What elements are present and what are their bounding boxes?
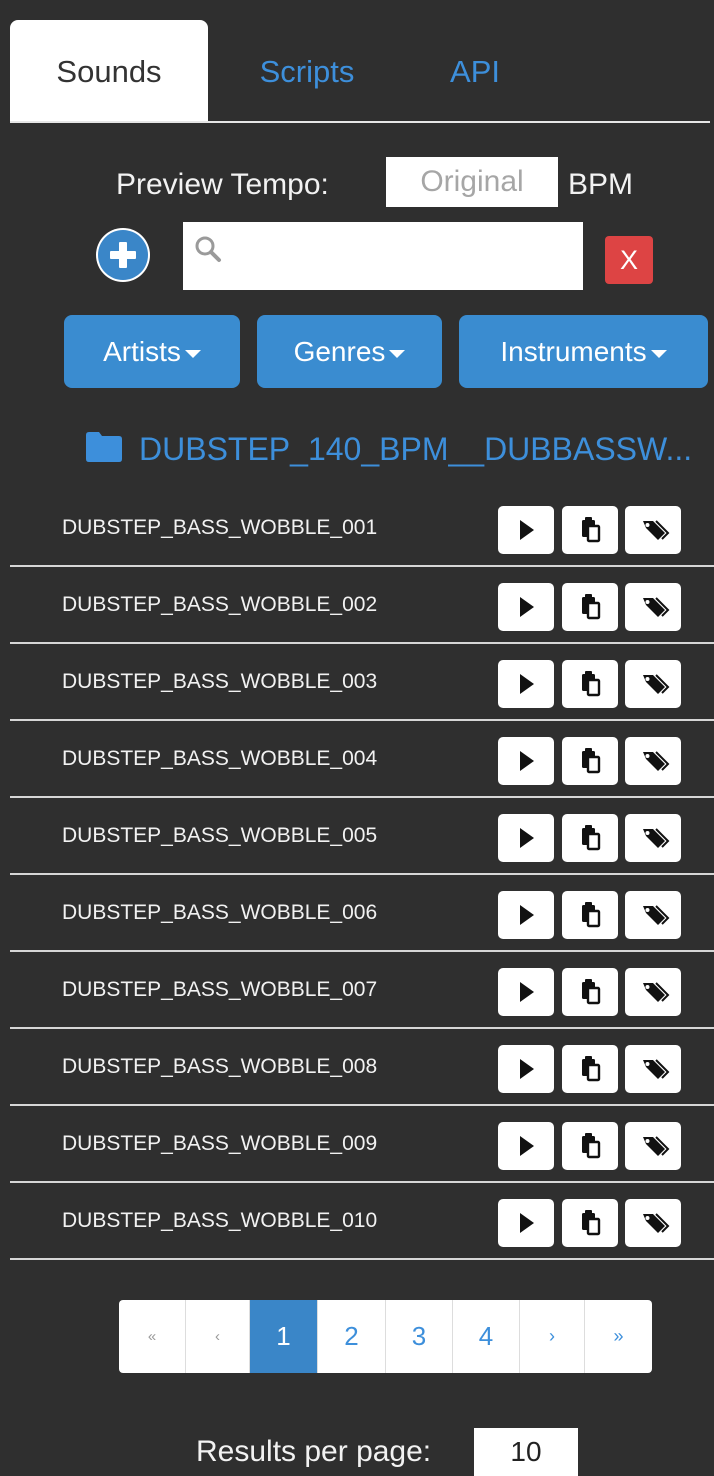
clear-search-button[interactable]: X bbox=[605, 236, 653, 284]
search-icon bbox=[195, 236, 221, 262]
instruments-filter-label: Instruments bbox=[500, 336, 647, 367]
paste-button[interactable] bbox=[562, 1045, 618, 1093]
sound-name: DUBSTEP_BASS_WOBBLE_009 bbox=[62, 1132, 378, 1155]
folder-name: DUBSTEP_140_BPM__DUBBASSW... bbox=[139, 431, 693, 467]
sound-row[interactable]: DUBSTEP_BASS_WOBBLE_010 bbox=[10, 1183, 714, 1260]
play-button[interactable] bbox=[498, 1199, 554, 1247]
play-button[interactable] bbox=[498, 737, 554, 785]
paste-button[interactable] bbox=[562, 737, 618, 785]
caret-down-icon bbox=[389, 349, 406, 358]
tab-divider bbox=[10, 121, 710, 123]
genres-filter-button[interactable]: Genres bbox=[257, 315, 442, 388]
instruments-filter-button[interactable]: Instruments bbox=[459, 315, 708, 388]
play-button[interactable] bbox=[498, 583, 554, 631]
play-button[interactable] bbox=[498, 814, 554, 862]
paste-button[interactable] bbox=[562, 583, 618, 631]
paste-button[interactable] bbox=[562, 506, 618, 554]
artists-filter-label: Artists bbox=[103, 336, 181, 367]
play-button[interactable] bbox=[498, 506, 554, 554]
sound-row[interactable]: DUBSTEP_BASS_WOBBLE_003 bbox=[10, 644, 714, 721]
tag-button[interactable] bbox=[625, 506, 681, 554]
play-button[interactable] bbox=[498, 891, 554, 939]
paste-button[interactable] bbox=[562, 1199, 618, 1247]
sound-name: DUBSTEP_BASS_WOBBLE_001 bbox=[62, 516, 378, 539]
sound-row[interactable]: DUBSTEP_BASS_WOBBLE_001 bbox=[10, 490, 714, 567]
results-per-page-input[interactable] bbox=[474, 1428, 578, 1476]
preview-tempo-label: Preview Tempo: bbox=[116, 168, 329, 201]
page-button-3[interactable]: 3 bbox=[385, 1300, 452, 1373]
page-button-2[interactable]: 2 bbox=[317, 1300, 385, 1373]
tag-button[interactable] bbox=[625, 1122, 681, 1170]
genres-filter-label: Genres bbox=[293, 336, 386, 367]
play-button[interactable] bbox=[498, 1122, 554, 1170]
paste-button[interactable] bbox=[562, 891, 618, 939]
bpm-unit-label: BPM bbox=[568, 168, 634, 201]
sound-browser-panel: Sounds Scripts API Preview Tempo: BPM X … bbox=[0, 0, 714, 1476]
play-button[interactable] bbox=[498, 660, 554, 708]
sound-name: DUBSTEP_BASS_WOBBLE_006 bbox=[62, 901, 378, 924]
sound-row[interactable]: DUBSTEP_BASS_WOBBLE_007 bbox=[10, 952, 714, 1029]
sound-name: DUBSTEP_BASS_WOBBLE_003 bbox=[62, 670, 378, 693]
paste-button[interactable] bbox=[562, 1122, 618, 1170]
sound-list: DUBSTEP_BASS_WOBBLE_001 DUBSTEP_BASS_WOBB… bbox=[10, 490, 714, 1260]
paste-button[interactable] bbox=[562, 968, 618, 1016]
tag-button[interactable] bbox=[625, 891, 681, 939]
page-next-button[interactable]: › bbox=[519, 1300, 584, 1373]
tag-button[interactable] bbox=[625, 814, 681, 862]
sound-name: DUBSTEP_BASS_WOBBLE_004 bbox=[62, 747, 378, 770]
tag-button[interactable] bbox=[625, 737, 681, 785]
tag-button[interactable] bbox=[625, 1045, 681, 1093]
sound-row[interactable]: DUBSTEP_BASS_WOBBLE_008 bbox=[10, 1029, 714, 1106]
page-button-1[interactable]: 1 bbox=[249, 1300, 317, 1373]
sound-row[interactable]: DUBSTEP_BASS_WOBBLE_005 bbox=[10, 798, 714, 875]
caret-down-icon bbox=[184, 349, 201, 358]
search-input[interactable] bbox=[229, 222, 569, 290]
tag-button[interactable] bbox=[625, 1199, 681, 1247]
artists-filter-button[interactable]: Artists bbox=[64, 315, 240, 388]
pagination: « ‹ 1 2 3 4 › » bbox=[119, 1300, 652, 1373]
tag-button[interactable] bbox=[625, 660, 681, 708]
caret-down-icon bbox=[650, 349, 667, 358]
page-prev-button[interactable]: ‹ bbox=[185, 1300, 249, 1373]
sound-row[interactable]: DUBSTEP_BASS_WOBBLE_002 bbox=[10, 567, 714, 644]
add-sound-button[interactable] bbox=[98, 230, 148, 280]
sound-name: DUBSTEP_BASS_WOBBLE_007 bbox=[62, 978, 378, 1001]
tab-sounds[interactable]: Sounds bbox=[10, 20, 208, 123]
page-first-button[interactable]: « bbox=[119, 1300, 185, 1373]
tag-button[interactable] bbox=[625, 583, 681, 631]
tab-api[interactable]: API bbox=[420, 20, 530, 123]
sound-name: DUBSTEP_BASS_WOBBLE_008 bbox=[62, 1055, 378, 1078]
play-button[interactable] bbox=[498, 968, 554, 1016]
sound-name: DUBSTEP_BASS_WOBBLE_010 bbox=[62, 1209, 378, 1232]
paste-button[interactable] bbox=[562, 814, 618, 862]
page-button-4[interactable]: 4 bbox=[452, 1300, 519, 1373]
tab-scripts[interactable]: Scripts bbox=[232, 20, 382, 123]
sound-name: DUBSTEP_BASS_WOBBLE_005 bbox=[62, 824, 378, 847]
results-per-page-label: Results per page: bbox=[196, 1435, 432, 1468]
folder-header[interactable]: DUBSTEP_140_BPM__DUBBASSW... bbox=[86, 425, 706, 475]
sound-row[interactable]: DUBSTEP_BASS_WOBBLE_006 bbox=[10, 875, 714, 952]
preview-tempo-input[interactable] bbox=[386, 157, 558, 207]
sound-row[interactable]: DUBSTEP_BASS_WOBBLE_009 bbox=[10, 1106, 714, 1183]
tab-bar: Sounds Scripts API bbox=[0, 0, 714, 123]
sound-row[interactable]: DUBSTEP_BASS_WOBBLE_004 bbox=[10, 721, 714, 798]
sound-name: DUBSTEP_BASS_WOBBLE_002 bbox=[62, 593, 378, 616]
search-box bbox=[183, 222, 583, 290]
play-button[interactable] bbox=[498, 1045, 554, 1093]
page-last-button[interactable]: » bbox=[584, 1300, 652, 1373]
tag-button[interactable] bbox=[625, 968, 681, 1016]
folder-icon bbox=[86, 432, 122, 462]
paste-button[interactable] bbox=[562, 660, 618, 708]
